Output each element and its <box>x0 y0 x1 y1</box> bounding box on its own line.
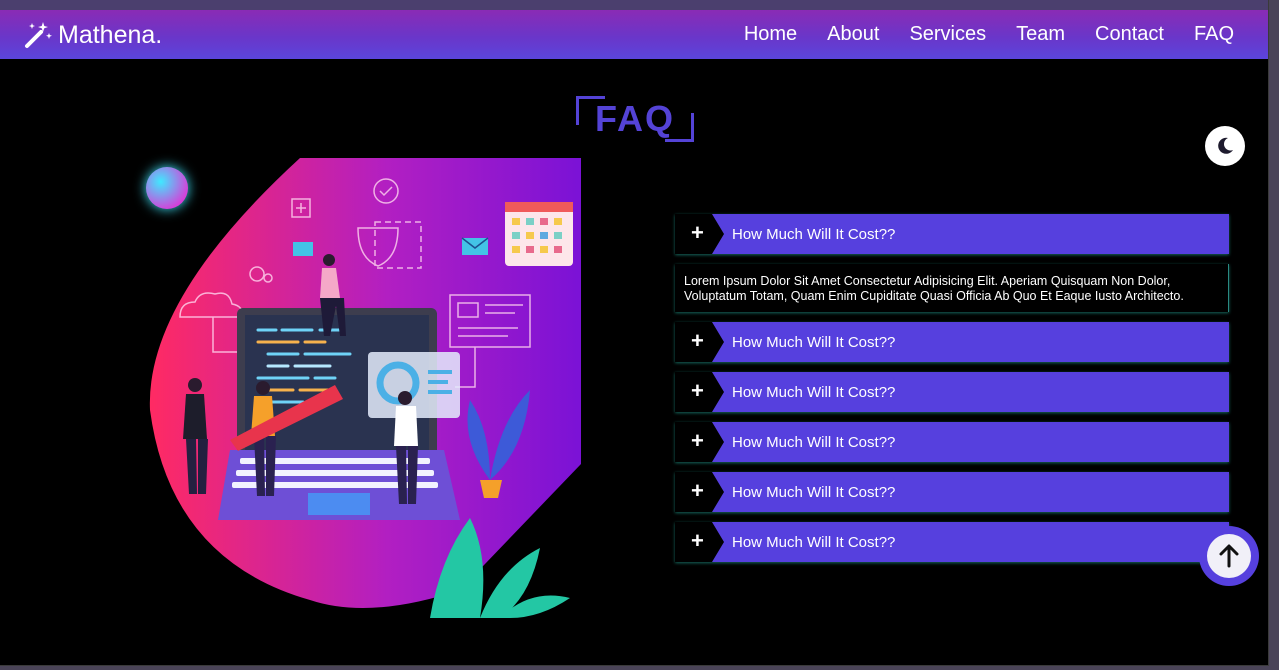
faq-accordion: + How Much Will It Cost?? Lorem Ipsum Do… <box>675 214 1229 572</box>
scroll-to-top-button[interactable] <box>1199 526 1259 586</box>
brand-name: Mathena. <box>58 20 163 49</box>
faq-item[interactable]: + How Much Will It Cost?? <box>675 422 1229 462</box>
plus-icon: + <box>691 328 704 353</box>
faq-item[interactable]: + How Much Will It Cost?? <box>675 522 1229 562</box>
brand-logo[interactable]: Mathena. <box>24 20 162 50</box>
faq-question: How Much Will It Cost?? <box>732 384 896 401</box>
faq-item[interactable]: + How Much Will It Cost?? <box>675 372 1229 412</box>
magic-wand-icon <box>25 22 52 48</box>
arrow-up-icon <box>1219 544 1239 568</box>
plus-icon: + <box>691 528 704 553</box>
nav-link-contact[interactable]: Contact <box>1095 21 1164 47</box>
top-strip <box>0 0 1268 10</box>
theme-toggle-button[interactable] <box>1205 126 1245 166</box>
nav-menu: Home About Services Team Contact FAQ <box>714 21 1234 47</box>
navbar: Mathena. Home About Services Team Contac… <box>0 10 1268 59</box>
faq-question: How Much Will It Cost?? <box>732 334 896 351</box>
faq-item[interactable]: + How Much Will It Cost?? <box>675 214 1229 254</box>
faq-item[interactable]: + How Much Will It Cost?? <box>675 472 1229 512</box>
faq-illustration <box>146 158 585 618</box>
nav-link-about[interactable]: About <box>827 21 879 47</box>
nav-link-team[interactable]: Team <box>1016 21 1065 47</box>
moon-icon <box>1218 137 1233 154</box>
nav-link-services[interactable]: Services <box>909 21 986 47</box>
faq-question: How Much Will It Cost?? <box>732 534 896 551</box>
faq-item[interactable]: + How Much Will It Cost?? <box>675 322 1229 362</box>
faq-answer: Lorem Ipsum Dolor Sit Amet Consectetur A… <box>675 264 1229 312</box>
scroll-to-top-inner <box>1207 534 1251 578</box>
nav-link-home[interactable]: Home <box>744 21 797 47</box>
page-frame: Mathena. Home About Services Team Contac… <box>0 0 1269 666</box>
nav-link-faq[interactable]: FAQ <box>1194 21 1234 47</box>
section-title-text: FAQ <box>594 98 675 139</box>
plus-icon: + <box>691 220 704 245</box>
faq-question: How Much Will It Cost?? <box>732 484 896 501</box>
plus-icon: + <box>691 428 704 453</box>
section-title: FAQ <box>576 96 694 142</box>
faq-question: How Much Will It Cost?? <box>732 226 896 243</box>
plus-icon: + <box>691 378 704 403</box>
plus-icon: + <box>691 478 704 503</box>
faq-question: How Much Will It Cost?? <box>732 434 896 451</box>
